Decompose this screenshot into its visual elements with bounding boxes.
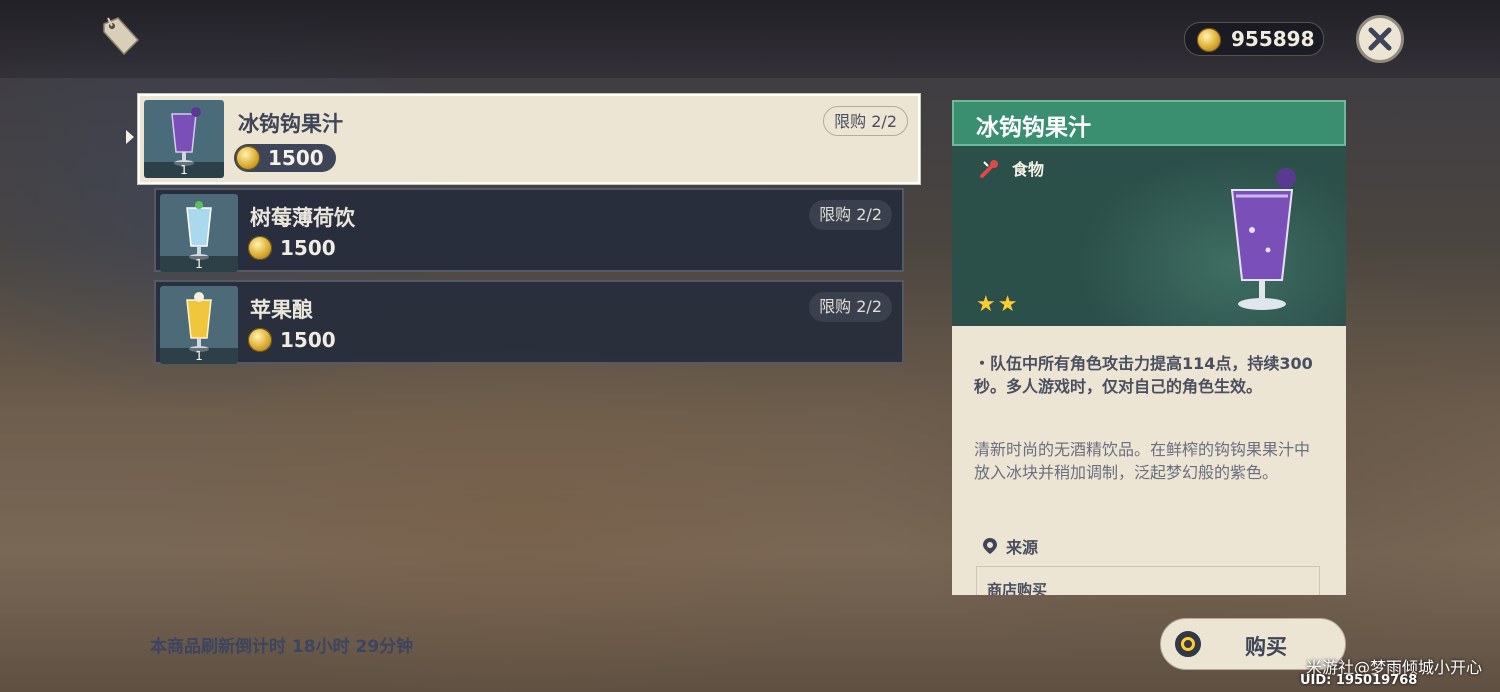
item-thumbnail: 1 <box>160 194 238 272</box>
detail-body: ・队伍中所有角色攻击力提高114点，持续300秒。多人游戏时，仅对自己的角色生效… <box>952 326 1346 595</box>
mora-coin-icon <box>236 146 260 170</box>
item-price: 1500 <box>248 236 336 260</box>
mora-coin-icon <box>248 236 272 260</box>
rarity-stars: ★★ <box>976 292 1020 317</box>
item-effect: ・队伍中所有角色攻击力提高114点，持续300秒。多人游戏时，仅对自己的角色生效… <box>974 354 1313 396</box>
detail-category: 食物 <box>978 156 1044 180</box>
shop-item-2[interactable]: 1 苹果酿 限购 2/2 1500 <box>154 280 904 364</box>
currency-amount: 955898 <box>1231 27 1315 51</box>
source-entry: 商店购买 <box>976 566 1320 595</box>
source-label: 来源 <box>1006 538 1039 557</box>
item-description: 清新时尚的无酒精饮品。在鲜榨的钩钩果果汁中放入冰块并稍加调制，泛起梦幻般的紫色。 <box>974 440 1311 482</box>
location-pin-icon <box>983 538 997 554</box>
item-name: 苹果酿 <box>250 298 313 322</box>
detail-header: 冰钩钩果汁 <box>952 100 1346 146</box>
selection-arrow-icon <box>126 130 134 144</box>
controller-button-icon <box>1175 631 1201 657</box>
item-thumbnail: 1 <box>160 286 238 364</box>
price-value: 1500 <box>280 236 336 260</box>
category-label: 食物 <box>1012 160 1045 179</box>
buy-label: 购买 <box>1245 635 1287 659</box>
mora-coin-icon <box>1197 28 1221 52</box>
detail-title: 冰钩钩果汁 <box>976 115 1091 141</box>
close-button[interactable] <box>1356 15 1404 63</box>
price-value: 1500 <box>268 146 324 170</box>
refresh-countdown: 本商品刷新倒计时 18小时 29分钟 <box>150 637 414 657</box>
uid-label: UID: 195019768 <box>1300 673 1418 688</box>
item-detail-panel: 冰钩钩果汁 食物 ★★ ・队伍中所有角色攻击力提高114点，持续300秒。多人游… <box>952 100 1346 595</box>
item-price: 1500 <box>248 328 336 352</box>
mora-coin-icon <box>248 328 272 352</box>
item-count: 1 <box>160 348 238 364</box>
item-thumbnail: 1 <box>144 100 224 178</box>
purchase-limit-badge: 限购 2/2 <box>823 106 908 136</box>
drink-illustration <box>1230 168 1296 310</box>
item-price: 1500 <box>234 144 336 172</box>
shop-item-1[interactable]: 1 树莓薄荷饮 限购 2/2 1500 <box>154 188 904 272</box>
currency-display: 955898 <box>1184 22 1324 56</box>
price-value: 1500 <box>280 328 336 352</box>
source-heading: 来源 <box>982 534 1038 558</box>
shop-tag-icon <box>98 14 144 60</box>
purchase-limit-badge: 限购 2/2 <box>809 200 892 230</box>
item-count: 1 <box>144 162 224 178</box>
item-name: 冰钩钩果汁 <box>238 112 343 136</box>
close-icon <box>1368 27 1392 51</box>
purchase-limit-badge: 限购 2/2 <box>809 292 892 322</box>
item-count: 1 <box>160 256 238 272</box>
food-icon <box>980 160 998 178</box>
shop-item-0[interactable]: 1 冰钩钩果汁 限购 2/2 1500 <box>138 94 920 184</box>
item-name: 树莓薄荷饮 <box>250 206 355 230</box>
